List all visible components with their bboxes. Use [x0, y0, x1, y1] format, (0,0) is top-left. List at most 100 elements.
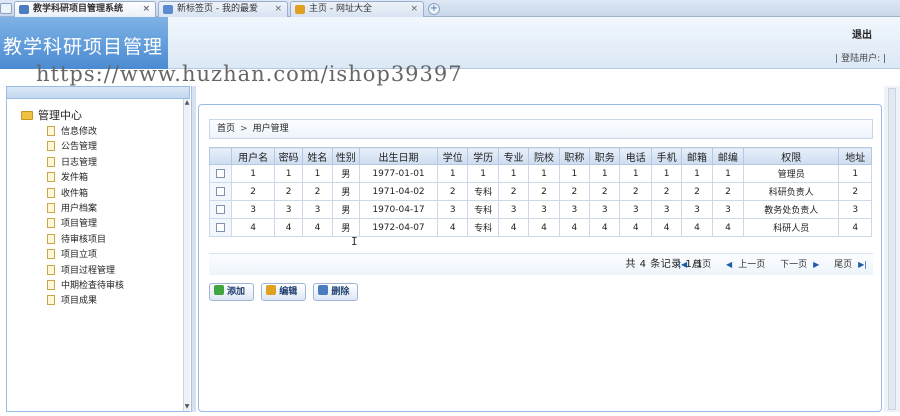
add-button[interactable]: 添加 [209, 283, 255, 301]
table-row[interactable]: 4 4 4 男 1972-04-07 4 专科 4 4 4 4 4 4 4 4 … [208, 218, 872, 237]
column-header[interactable]: 地址 [838, 147, 872, 165]
pagination-nav: |◀ 首页 ◀ 上一页 下一页 ▶ 尾页 ▶| [666, 254, 867, 276]
column-header[interactable]: 职称 [558, 147, 591, 165]
close-icon[interactable]: × [410, 2, 418, 16]
folder-icon [21, 111, 33, 120]
column-header[interactable]: 邮编 [711, 147, 745, 165]
edit-button[interactable]: 编辑 [261, 283, 307, 301]
close-icon[interactable]: × [274, 2, 282, 16]
scroll-up-icon[interactable]: ▲ [184, 99, 190, 107]
row-select-cell [208, 218, 233, 237]
row-select-cell [208, 182, 233, 201]
sidebar-item-label: 项目成果 [61, 296, 98, 307]
table-cell: 专科 [467, 182, 499, 201]
last-page-link[interactable]: 尾页 ▶| [828, 260, 867, 270]
main-scrollbar[interactable] [884, 86, 900, 412]
sidebar-item-outbox[interactable]: 发件箱 [47, 171, 124, 186]
row-select-cell [208, 200, 233, 219]
table-cell: 1 [558, 164, 591, 183]
row-checkbox[interactable] [216, 204, 226, 214]
browser-tab-strip: 教学科研项目管理系统 × 新标签页 - 我的最爱 × 主页 - 网址大全 × + [0, 0, 900, 17]
sidebar-scrollbar[interactable]: ▲ ▼ [183, 99, 190, 411]
panel-splitter[interactable] [191, 86, 196, 412]
column-header[interactable]: 出生日期 [358, 147, 439, 165]
main-panel: 首页 > 用户管理 用户名 密码 姓名 性别 出生日期 学位 学历 专业 院校 职称… [198, 104, 882, 412]
table-row[interactable]: 2 2 2 男 1971-04-02 2 专科 2 2 2 2 2 2 2 2 … [208, 182, 872, 201]
table-cell: 2 [528, 182, 560, 201]
tree-root-admin[interactable]: 管理中心 [21, 107, 82, 123]
column-header[interactable]: 性别 [331, 147, 361, 165]
window-menu-icon[interactable] [0, 3, 12, 14]
table-cell: 2 [497, 182, 530, 201]
logout-link[interactable]: 退出 [852, 26, 872, 41]
table-cell: 2 [437, 182, 469, 201]
table-row[interactable]: 3 3 3 男 1970-04-17 3 专科 3 3 3 3 3 3 3 3 … [208, 200, 872, 219]
column-header[interactable]: 学历 [467, 147, 499, 165]
table-cell: 3 [619, 200, 652, 219]
scrollbar-track[interactable] [888, 88, 896, 410]
sidebar-item-projects[interactable]: 项目管理 [47, 217, 124, 232]
table-cell: 4 [302, 218, 333, 237]
page-icon [163, 5, 173, 14]
first-page-link[interactable]: |◀ 首页 [672, 260, 711, 270]
browser-tab-home[interactable]: 主页 - 网址大全 × [290, 1, 424, 17]
sidebar-item-user-profiles[interactable]: 用户档案 [47, 202, 124, 217]
table-cell: 专科 [467, 200, 499, 219]
new-tab-button[interactable]: + [428, 3, 440, 15]
column-header[interactable]: 职务 [589, 147, 621, 165]
tab-label: 主页 - 网址大全 [309, 4, 372, 14]
column-header[interactable]: 姓名 [302, 147, 333, 165]
column-header[interactable]: 手机 [650, 147, 683, 165]
table-cell: 1 [650, 164, 683, 183]
column-header[interactable]: 邮箱 [681, 147, 713, 165]
table-cell: 4 [589, 218, 621, 237]
sidebar-item-notices[interactable]: 公告管理 [47, 140, 124, 155]
row-checkbox[interactable] [216, 168, 226, 178]
next-page-link[interactable]: 下一页 ▶ [774, 260, 819, 270]
browser-tab-newtab[interactable]: 新标签页 - 我的最爱 × [158, 1, 288, 17]
table-row[interactable]: 1 1 1 男 1977-01-01 1 1 1 1 1 1 1 1 1 1 管… [208, 164, 872, 183]
table-cell: 1971-04-02 [358, 182, 439, 201]
sidebar-item-info-edit[interactable]: 信息修改 [47, 125, 124, 140]
sidebar: 管理中心 信息修改 公告管理 日志管理 发件箱 收件箱 用户档案 项目管理 待审… [6, 86, 190, 412]
first-page-label: 首页 [693, 260, 712, 270]
breadcrumb-home[interactable]: 首页 [217, 124, 235, 134]
column-header[interactable]: 学位 [437, 147, 469, 165]
table-cell: 1 [838, 164, 872, 183]
delete-button[interactable]: 删除 [313, 283, 359, 301]
browser-tab-app[interactable]: 教学科研项目管理系统 × [14, 1, 156, 17]
close-icon[interactable]: × [142, 2, 150, 16]
column-header[interactable]: 电话 [619, 147, 652, 165]
row-checkbox[interactable] [216, 186, 226, 196]
column-header[interactable]: 专业 [497, 147, 530, 165]
row-checkbox[interactable] [216, 222, 226, 232]
column-header[interactable]: 权限 [743, 147, 840, 165]
sidebar-item-pending-projects[interactable]: 待审核项目 [47, 233, 124, 248]
column-header[interactable]: 用户名 [231, 147, 275, 165]
sidebar-item-midterm-review[interactable]: 中期检查待审核 [47, 279, 124, 294]
sidebar-item-process-management[interactable]: 项目过程管理 [47, 264, 124, 279]
table-cell: 管理员 [743, 164, 840, 183]
table-cell: 男 [331, 218, 361, 237]
table-cell: 4 [437, 218, 469, 237]
sidebar-item-project-approval[interactable]: 项目立项 [47, 248, 124, 263]
scroll-down-icon[interactable]: ▼ [184, 403, 190, 411]
document-icon [47, 126, 55, 136]
document-icon [47, 279, 55, 290]
sidebar-header [7, 87, 189, 99]
tree-root-label: 管理中心 [38, 109, 82, 122]
delete-button-label: 删除 [331, 287, 350, 297]
watermark-url: https://www.huzhan.com/ishop39397 [36, 62, 463, 86]
column-header[interactable]: 院校 [528, 147, 560, 165]
prev-page-link[interactable]: ◀ 上一页 [720, 260, 765, 270]
sidebar-item-inbox[interactable]: 收件箱 [47, 187, 124, 202]
sidebar-item-logs[interactable]: 日志管理 [47, 156, 124, 171]
column-header[interactable]: 密码 [273, 147, 304, 165]
document-icon [47, 264, 55, 275]
document-icon [47, 141, 55, 152]
sidebar-item-results[interactable]: 项目成果 [47, 294, 124, 309]
table-cell: 1 [231, 164, 275, 183]
document-icon [47, 218, 55, 229]
pencil-icon [266, 285, 277, 295]
table-cell: 教务处负责人 [743, 200, 840, 219]
